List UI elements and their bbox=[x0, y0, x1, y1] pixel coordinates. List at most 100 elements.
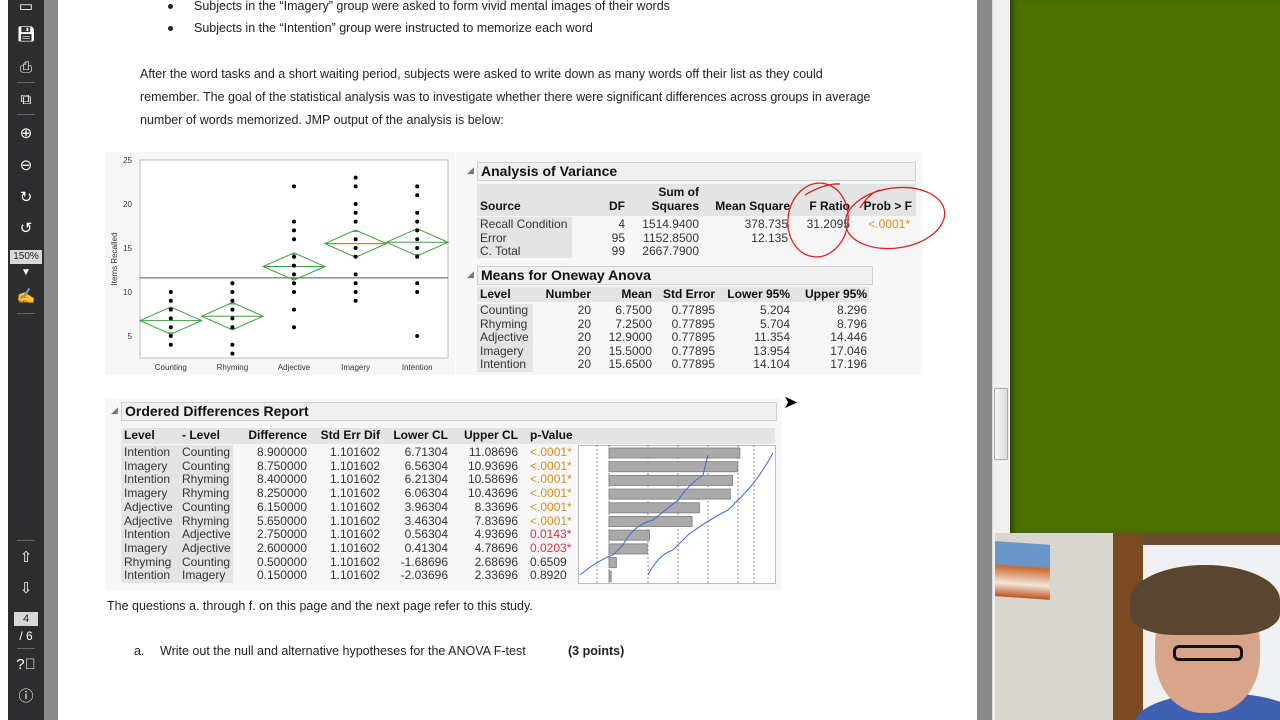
data-point bbox=[415, 254, 420, 259]
table-cell: 0.77895 bbox=[671, 357, 715, 372]
table-cell: 0.56304 bbox=[404, 527, 448, 542]
rotate-ccw-icon[interactable]: ↺ bbox=[8, 220, 44, 238]
table-cell: 4.78696 bbox=[474, 540, 518, 555]
table-cell: 1514.9400 bbox=[642, 217, 699, 231]
questions-intro: The questions a. through f. on this page… bbox=[107, 599, 533, 613]
zoom-out-icon[interactable]: ⊖ bbox=[8, 157, 44, 175]
table-cell: Rhyming bbox=[124, 554, 172, 569]
collapse-triangle-icon[interactable]: ◢ bbox=[467, 165, 474, 176]
means-title[interactable]: Means for Oneway Anova bbox=[477, 266, 873, 285]
help-icon[interactable]: ?⃝ bbox=[8, 656, 44, 674]
scrollbar-thumb[interactable] bbox=[994, 388, 1008, 460]
data-point bbox=[292, 272, 296, 277]
paragraph-line: After the word tasks and a short waiting… bbox=[140, 67, 823, 81]
table-cell: 20 bbox=[577, 316, 591, 331]
data-point bbox=[292, 237, 296, 242]
table-cell: Imagery bbox=[124, 458, 168, 473]
data-point bbox=[353, 202, 358, 206]
table-cell: 0.0203* bbox=[530, 540, 572, 555]
data-point bbox=[353, 175, 358, 180]
table-cell: 10.93696 bbox=[467, 458, 518, 473]
page-down-icon[interactable]: ⇩ bbox=[8, 580, 44, 598]
data-point bbox=[292, 184, 296, 189]
save-icon[interactable]: 💾︎ bbox=[8, 26, 44, 44]
table-cell: <.0001* bbox=[530, 445, 572, 459]
table-cell: 0.77895 bbox=[671, 343, 715, 358]
question-text: Write out the null and alternative hypot… bbox=[160, 644, 526, 658]
table-cell: <.0001* bbox=[530, 499, 572, 514]
table-cell: 1.101602 bbox=[329, 445, 380, 459]
table-cell: 10.43696 bbox=[467, 486, 518, 501]
data-point bbox=[292, 325, 296, 330]
table-cell: 8.296 bbox=[836, 303, 867, 317]
table-cell: 5.704 bbox=[759, 316, 790, 331]
desktop-background bbox=[1010, 0, 1280, 533]
select-icon[interactable]: ⧉ bbox=[8, 91, 44, 109]
ordered-diff-title[interactable]: Ordered Differences Report bbox=[121, 402, 777, 421]
zoom-in-icon[interactable]: ⊕ bbox=[8, 125, 44, 143]
anova-title[interactable]: Analysis of Variance bbox=[477, 162, 916, 181]
paragraph-line: number of words memorized. JMP output of… bbox=[140, 113, 504, 127]
table-cell: 20 bbox=[577, 330, 591, 345]
table-cell: 14.446 bbox=[830, 330, 867, 345]
difference-bar bbox=[608, 557, 617, 569]
rotate-cw-icon[interactable]: ↻ bbox=[8, 189, 44, 207]
table-cell: 12.135 bbox=[751, 230, 788, 245]
table-cell: Rhyming bbox=[182, 486, 230, 501]
data-point bbox=[168, 334, 173, 338]
table-cell: <.0001* bbox=[530, 486, 572, 501]
open-icon[interactable]: ▭ bbox=[8, 0, 44, 16]
print-icon[interactable]: ⎙ bbox=[8, 59, 44, 77]
difference-bar bbox=[608, 516, 693, 527]
viewer-margin bbox=[44, 0, 58, 720]
table-cell: 0.77895 bbox=[671, 316, 715, 331]
x-tick-label: Intention bbox=[402, 363, 433, 372]
y-tick-label: 5 bbox=[128, 332, 133, 341]
table-cell: -2.03696 bbox=[400, 568, 448, 583]
table-cell: 0.500000 bbox=[256, 554, 307, 569]
table-cell: 3.46304 bbox=[404, 513, 448, 528]
table-cell: Lower 95% bbox=[727, 287, 790, 301]
table-cell: 99 bbox=[611, 244, 625, 258]
pen-annotation bbox=[787, 182, 946, 258]
data-point bbox=[292, 219, 296, 224]
y-tick-label: 10 bbox=[123, 288, 132, 297]
table-cell: Difference bbox=[248, 428, 307, 442]
table-cell: Intention bbox=[480, 357, 527, 372]
page-up-icon[interactable]: ⇧ bbox=[8, 549, 44, 567]
collapse-triangle-icon[interactable]: ◢ bbox=[467, 269, 474, 280]
table-cell: 15.6500 bbox=[608, 357, 652, 372]
table-cell: Adjective bbox=[480, 330, 529, 345]
table-cell: 0.77895 bbox=[671, 330, 715, 345]
table-cell: 10.58696 bbox=[467, 472, 518, 487]
table-cell: <.0001* bbox=[530, 458, 572, 473]
data-point bbox=[292, 290, 296, 294]
zoom-level[interactable]: 150% bbox=[10, 250, 42, 264]
webcam-video bbox=[995, 533, 1280, 720]
table-cell: 17.196 bbox=[830, 357, 867, 372]
table-cell: 1.101602 bbox=[329, 540, 380, 555]
table-cell: Std Error bbox=[662, 287, 715, 301]
table-cell: Upper CL bbox=[464, 428, 518, 442]
table-cell: Intention bbox=[124, 568, 171, 583]
data-point bbox=[292, 263, 296, 268]
table-cell: 378.735 bbox=[744, 217, 788, 231]
data-point bbox=[353, 272, 358, 277]
table-cell: 8.33696 bbox=[474, 499, 518, 514]
zoom-dropdown-icon[interactable]: ▼ bbox=[8, 264, 44, 282]
x-tick-label: Adjective bbox=[278, 363, 311, 372]
data-point bbox=[353, 246, 358, 250]
table-cell: 20 bbox=[577, 357, 591, 372]
table-cell: 6.7500 bbox=[615, 303, 652, 317]
info-icon[interactable]: ⓘ bbox=[8, 688, 44, 706]
ordered-diff-chart bbox=[578, 445, 776, 584]
page-number-input[interactable]: 4 bbox=[14, 612, 38, 626]
table-cell: 1.101602 bbox=[329, 486, 380, 501]
collapse-triangle-icon[interactable]: ◢ bbox=[111, 405, 118, 416]
table-cell: Counting bbox=[480, 303, 529, 317]
table-cell: Counting bbox=[182, 499, 231, 514]
sign-icon[interactable]: ✍ bbox=[8, 288, 44, 306]
table-cell: 17.046 bbox=[830, 343, 867, 358]
table-cell: 1.101602 bbox=[329, 527, 380, 542]
table-cell: Counting bbox=[182, 554, 231, 569]
